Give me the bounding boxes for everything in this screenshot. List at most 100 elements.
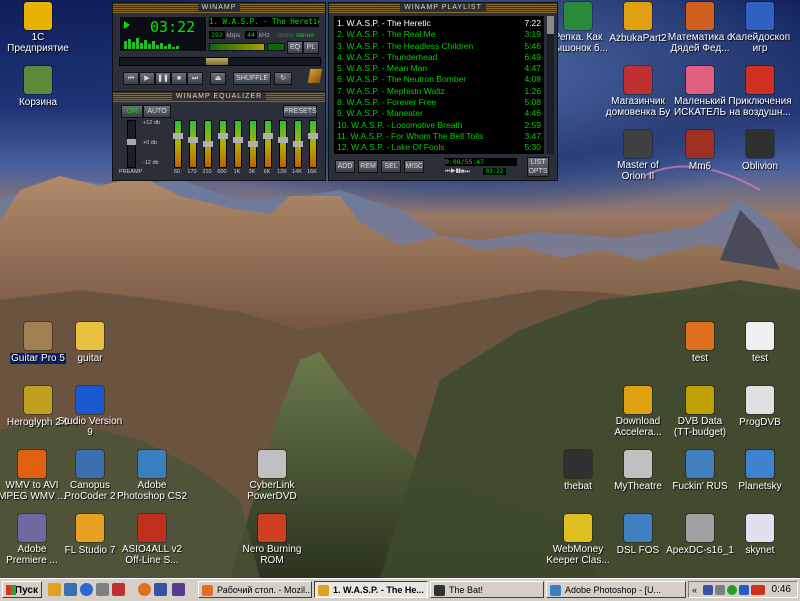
preamp-slider[interactable] bbox=[127, 120, 136, 168]
eq-slider-thumb[interactable] bbox=[173, 133, 183, 139]
taskbar-clock[interactable]: 0:46 bbox=[772, 582, 791, 597]
desktop-icon-balloon[interactable]: Приключения на воздушн... bbox=[722, 66, 798, 118]
winamp-logo-icon[interactable] bbox=[307, 69, 323, 83]
eq-slider-track[interactable] bbox=[188, 120, 198, 168]
pause-button[interactable]: ❚❚ bbox=[155, 72, 171, 85]
playlist-misc-button[interactable]: MISC bbox=[404, 160, 425, 173]
equalizer-titlebar[interactable]: WINAMP EQUALIZER bbox=[113, 92, 325, 102]
repeat-button[interactable]: ↻ bbox=[274, 72, 293, 85]
playlist-sel-button[interactable]: SEL bbox=[381, 160, 402, 173]
desktop-icon-progdvb[interactable]: ProgDVB bbox=[722, 386, 798, 428]
quicklaunch-disk-icon[interactable] bbox=[172, 583, 185, 596]
eq-on-button[interactable]: ON bbox=[121, 105, 143, 118]
shuffle-button[interactable]: SHUFFLE bbox=[233, 72, 272, 85]
eq-slider-thumb[interactable] bbox=[248, 141, 258, 147]
quicklaunch-winamp-icon[interactable] bbox=[48, 583, 61, 596]
eq-band-16K[interactable]: 16K bbox=[306, 120, 318, 178]
eq-slider-track[interactable] bbox=[278, 120, 288, 168]
eq-toggle-button[interactable]: EQ bbox=[287, 41, 303, 54]
eq-slider-thumb[interactable] bbox=[233, 137, 243, 143]
volume-slider[interactable] bbox=[209, 43, 265, 51]
eq-slider-thumb[interactable] bbox=[203, 141, 213, 147]
desktop-icon-skynet[interactable]: skynet bbox=[722, 514, 798, 556]
seek-bar[interactable] bbox=[119, 57, 321, 66]
desktop-icon-planetsky[interactable]: Planetsky bbox=[722, 450, 798, 492]
playlist-list-options-button[interactable]: LIST OPTS bbox=[527, 157, 549, 177]
song-title-marquee[interactable]: 1. W.A.S.P. - The Heretic (7:22) bbox=[209, 17, 319, 27]
playlist-track-row[interactable]: 6. W.A.S.P. - The Neutron Bomber 4:08 bbox=[337, 74, 541, 85]
playlist-add-button[interactable]: ADD bbox=[335, 160, 355, 173]
eq-slider-track[interactable] bbox=[203, 120, 213, 168]
playlist-track-row[interactable]: 5. W.A.S.P. - Mean Man 4:47 bbox=[337, 63, 541, 74]
eq-slider-thumb[interactable] bbox=[218, 133, 228, 139]
eq-slider-thumb[interactable] bbox=[278, 137, 288, 143]
desktop-icon-1c[interactable]: 1С Предприятие bbox=[0, 2, 76, 54]
playlist-track-row[interactable]: 3. W.A.S.P. - The Headless Children 5:46 bbox=[337, 41, 541, 52]
taskbar-button-firefox[interactable]: Рабочий стол. - Mozil... bbox=[198, 581, 312, 598]
desktop-icon-photoshop[interactable]: Adobe Photoshop CS2 bbox=[114, 450, 190, 502]
desktop-icon-guitar[interactable]: guitar bbox=[52, 322, 128, 364]
desktop-icon-trash[interactable]: Корзина bbox=[0, 66, 76, 108]
playlist-track-row[interactable]: 8. W.A.S.P. - Forever Free 5:08 bbox=[337, 97, 541, 108]
winamp-playlist-window[interactable]: WINAMP PLAYLIST 1. W.A.S.P. - The Hereti… bbox=[328, 2, 558, 181]
playlist-titlebar[interactable]: WINAMP PLAYLIST bbox=[329, 3, 557, 13]
winamp-titlebar[interactable]: WINAMP bbox=[113, 3, 325, 13]
playlist-scrollbar[interactable] bbox=[547, 16, 554, 154]
playlist-tracks[interactable]: 1. W.A.S.P. - The Heretic 7:22 2. W.A.S.P.… bbox=[334, 16, 544, 154]
quicklaunch-mail-icon[interactable] bbox=[112, 583, 125, 596]
eq-slider-thumb[interactable] bbox=[308, 133, 318, 139]
desktop-icon-powerdvd[interactable]: CyberLink PowerDVD bbox=[234, 450, 310, 502]
pl-toggle-button[interactable]: PL bbox=[303, 41, 319, 54]
eq-slider-thumb[interactable] bbox=[293, 141, 303, 147]
eq-band-6K[interactable]: 6K bbox=[261, 120, 273, 178]
eq-band-600[interactable]: 600 bbox=[216, 120, 228, 178]
seek-thumb[interactable] bbox=[206, 58, 228, 65]
eq-slider-track[interactable] bbox=[293, 120, 303, 168]
eq-band-14K[interactable]: 14K bbox=[291, 120, 303, 178]
eq-band-170[interactable]: 170 bbox=[186, 120, 198, 178]
eject-button[interactable]: ⏏ bbox=[210, 72, 227, 85]
eq-band-3K[interactable]: 3K bbox=[246, 120, 258, 178]
playlist-track-row[interactable]: 9. W.A.S.P. - Maneater 4:46 bbox=[337, 108, 541, 119]
time-display[interactable]: 03:22 bbox=[150, 18, 195, 36]
tray-shield-icon[interactable] bbox=[739, 585, 749, 595]
tray-status-icon[interactable] bbox=[727, 585, 737, 595]
eq-band-60[interactable]: 60 bbox=[171, 120, 183, 178]
next-button[interactable]: ⏭ bbox=[187, 72, 203, 85]
desktop-icon-test2[interactable]: test bbox=[722, 322, 798, 364]
quicklaunch-save-icon[interactable] bbox=[154, 583, 167, 596]
eq-slider-thumb[interactable] bbox=[263, 133, 273, 139]
eq-auto-button[interactable]: AUTO bbox=[143, 105, 171, 118]
play-button[interactable]: ▶ bbox=[139, 72, 155, 85]
playlist-track-row[interactable]: 11. W.A.S.P. - For Whom The Bell Tolls 3:… bbox=[337, 131, 541, 142]
eq-slider-thumb[interactable] bbox=[188, 137, 198, 143]
playlist-track-row[interactable]: 4. W.A.S.P. - Thunderhead 6:49 bbox=[337, 52, 541, 63]
quicklaunch-show-desktop-icon[interactable] bbox=[64, 583, 77, 596]
start-button[interactable]: Пуск bbox=[2, 581, 42, 598]
taskbar-button-photoshop[interactable]: Adobe Photoshop - [U... bbox=[546, 581, 686, 598]
taskbar-button-the-bat[interactable]: The Bat! bbox=[430, 581, 544, 598]
eq-slider-track[interactable] bbox=[233, 120, 243, 168]
stop-button[interactable]: ■ bbox=[171, 72, 187, 85]
eq-band-12K[interactable]: 12K bbox=[276, 120, 288, 178]
playlist-rem-button[interactable]: REM bbox=[358, 160, 379, 173]
eq-presets-button[interactable]: PRESETS bbox=[283, 105, 317, 118]
balance-slider[interactable] bbox=[267, 43, 285, 51]
desktop-icon-studio9[interactable]: Studio Version 9 bbox=[52, 386, 128, 438]
playlist-track-row[interactable]: 10. W.A.S.P. - Locomotive Breath 2:59 bbox=[337, 120, 541, 131]
desktop-icon-kaleido[interactable]: Калейдоскоп игр bbox=[722, 2, 798, 54]
mini-next-icon[interactable]: ⏭ bbox=[464, 169, 469, 175]
taskbar-button-winamp[interactable]: 1. W.A.S.P. - The He... bbox=[314, 581, 428, 598]
playlist-track-row[interactable]: 7. W.A.S.P. - Mephisto Waltz 1:26 bbox=[337, 86, 541, 97]
eq-band-310[interactable]: 310 bbox=[201, 120, 213, 178]
playlist-track-row[interactable]: 12. W.A.S.P. - Lake Of Fools 5:30 bbox=[337, 142, 541, 153]
tray-antivirus-icon[interactable] bbox=[751, 585, 765, 595]
tray-network-icon[interactable] bbox=[715, 585, 725, 595]
eq-slider-track[interactable] bbox=[308, 120, 318, 168]
tray-arrow-icon[interactable]: « bbox=[692, 585, 702, 595]
eq-slider-track[interactable] bbox=[218, 120, 228, 168]
tray-disk-icon[interactable] bbox=[703, 585, 713, 595]
winamp-main-window[interactable]: WINAMP 03:22 1. W.A.S.P. - The Heretic (… bbox=[112, 2, 326, 92]
desktop-icon-asio[interactable]: ASIO4ALL v2 Off-Line S... bbox=[114, 514, 190, 566]
previous-button[interactable]: ⏮ bbox=[123, 72, 139, 85]
